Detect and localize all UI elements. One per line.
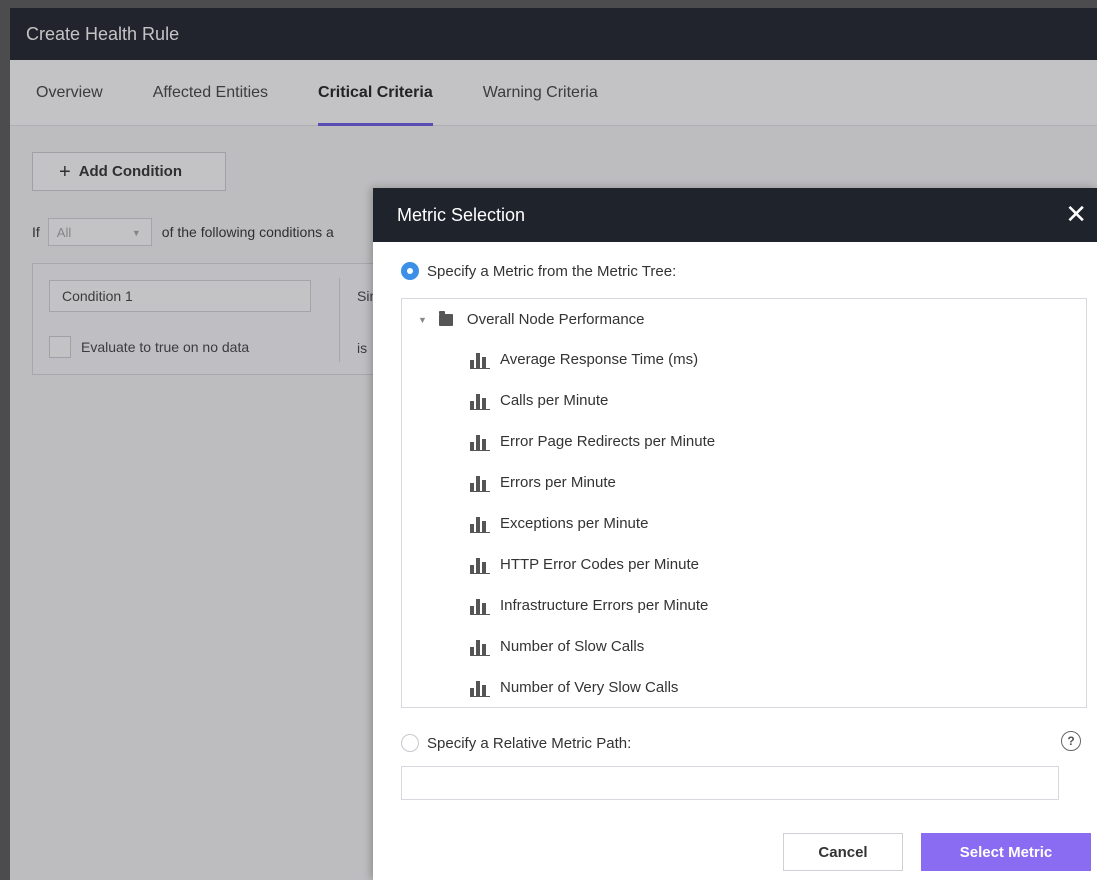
metric-label: Average Response Time (ms) — [500, 351, 699, 368]
relative-path-input[interactable] — [401, 766, 1059, 800]
bar-chart-icon — [470, 598, 490, 615]
metric-item[interactable]: Errors per Minute — [470, 462, 715, 503]
bar-chart-icon — [470, 639, 490, 656]
relative-path-radio[interactable] — [401, 734, 419, 752]
metric-label: Infrastructure Errors per Minute — [500, 597, 709, 614]
metric-list: Average Response Time (ms) Calls per Min… — [470, 339, 715, 707]
modal-header: Metric Selection ✕ — [373, 188, 1097, 242]
metric-tree-radio[interactable] — [401, 262, 419, 280]
metric-item[interactable]: Error Page Redirects per Minute — [470, 421, 715, 462]
metric-tree-option-label: Specify a Metric from the Metric Tree: — [427, 262, 677, 280]
select-metric-button[interactable]: Select Metric — [921, 833, 1091, 871]
metric-item[interactable]: Infrastructure Errors per Minute — [470, 585, 715, 626]
folder-icon — [438, 310, 453, 326]
metric-label: Calls per Minute — [500, 392, 609, 409]
metric-label: Number of Slow Calls — [500, 638, 645, 655]
metric-item[interactable]: Number of Very Slow Calls — [470, 667, 715, 707]
bar-chart-icon — [470, 352, 490, 369]
metric-tree: ▼ Overall Node Performance Average Respo… — [401, 298, 1087, 708]
metric-label: Exceptions per Minute — [500, 515, 649, 532]
metric-tree-option[interactable]: Specify a Metric from the Metric Tree: — [401, 262, 676, 280]
bar-chart-icon — [470, 557, 490, 574]
metric-item[interactable]: Calls per Minute — [470, 380, 715, 421]
cancel-button[interactable]: Cancel — [783, 833, 903, 871]
metric-item[interactable]: Exceptions per Minute — [470, 503, 715, 544]
tree-node-root[interactable]: ▼ Overall Node Performance — [418, 310, 645, 328]
metric-item[interactable]: Average Response Time (ms) — [470, 339, 715, 380]
relative-path-option[interactable]: Specify a Relative Metric Path: — [401, 734, 631, 752]
modal-title: Metric Selection — [397, 204, 526, 225]
bar-chart-icon — [470, 393, 490, 410]
metric-label: Error Page Redirects per Minute — [500, 433, 716, 450]
close-icon[interactable]: ✕ — [1065, 200, 1087, 228]
metric-item[interactable]: HTTP Error Codes per Minute — [470, 544, 715, 585]
bar-chart-icon — [470, 434, 490, 451]
bar-chart-icon — [470, 516, 490, 533]
metric-label: Number of Very Slow Calls — [500, 679, 679, 696]
relative-path-option-label: Specify a Relative Metric Path: — [427, 734, 632, 752]
help-icon[interactable]: ? — [1061, 731, 1081, 751]
bar-chart-icon — [470, 680, 490, 697]
tree-root-label: Overall Node Performance — [466, 311, 645, 328]
metric-item[interactable]: Number of Slow Calls — [470, 626, 715, 667]
bar-chart-icon — [470, 475, 490, 492]
expand-triangle-icon[interactable]: ▼ — [418, 315, 427, 325]
metric-selection-modal: Metric Selection ✕ Specify a Metric from… — [373, 188, 1097, 880]
metric-label: HTTP Error Codes per Minute — [500, 556, 699, 573]
metric-label: Errors per Minute — [500, 474, 616, 491]
